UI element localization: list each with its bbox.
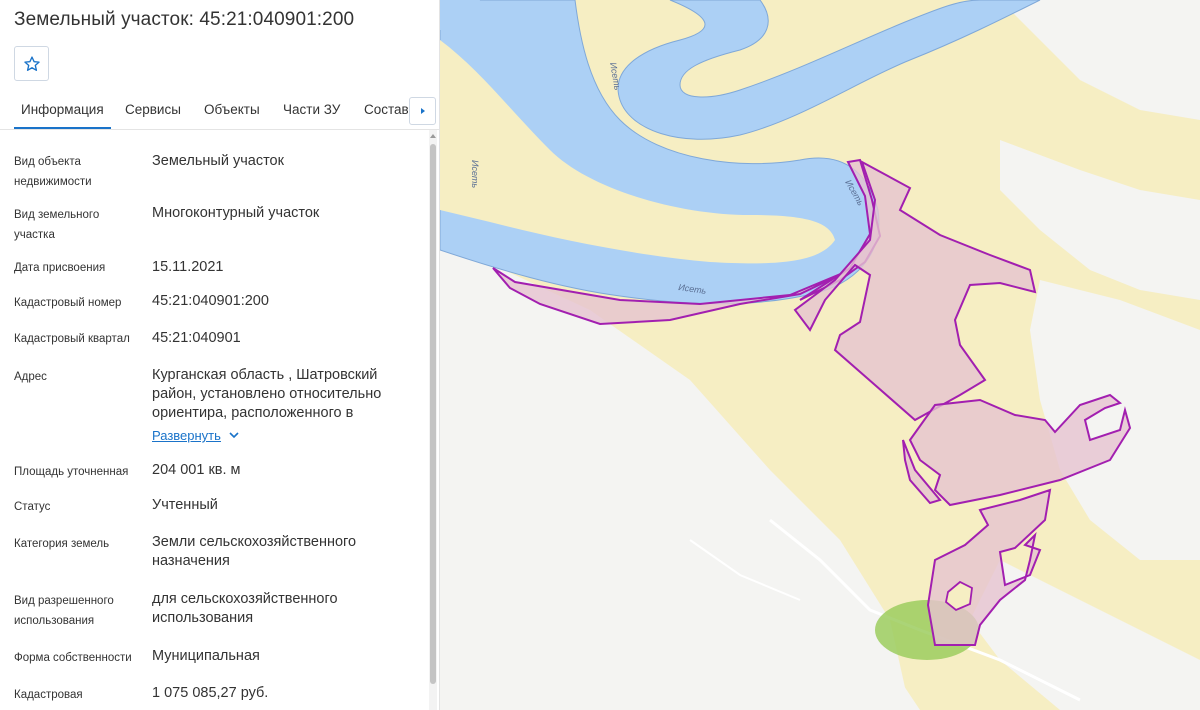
info-panel: Земельный участок: 45:21:040901:200 Инфо… xyxy=(0,0,440,710)
page-title: Земельный участок: 45:21:040901:200 xyxy=(14,9,355,30)
label-cadastral-value: Кадастровая xyxy=(14,689,83,701)
label-cadastral-number: Кадастровый номер xyxy=(14,297,122,309)
panel-scrollbar[interactable] xyxy=(429,130,437,710)
star-outline-icon xyxy=(23,55,40,71)
tab-parcel-parts[interactable]: Части ЗУ xyxy=(283,102,340,129)
label-ownership: Форма собственности xyxy=(14,652,132,664)
value-status: Учтенный xyxy=(152,497,218,513)
expand-address-link[interactable]: Развернуть xyxy=(152,428,239,443)
scroll-up-arrow-icon[interactable] xyxy=(429,132,437,140)
tab-services[interactable]: Сервисы xyxy=(125,102,181,129)
value-land-type: Многоконтурный участок xyxy=(152,205,320,221)
river-label-2: Исеть xyxy=(470,160,480,188)
value-object-type: Земельный участок xyxy=(152,153,284,169)
label-permitted-use: Вид разрешенного использования xyxy=(14,595,114,627)
value-address: Курганская область , Шатровский район, у… xyxy=(152,367,382,421)
label-cadastral-quarter: Кадастровый квартал xyxy=(14,333,130,345)
tab-information[interactable]: Информация xyxy=(14,102,111,129)
label-address: Адрес xyxy=(14,371,47,383)
label-land-category: Категория земель xyxy=(14,538,110,550)
tab-objects[interactable]: Объекты xyxy=(204,102,260,129)
value-cadastral-value: 1 075 085,27 руб. xyxy=(152,685,269,701)
tabs-next-button[interactable] xyxy=(409,97,436,125)
value-cadastral-quarter: 45:21:040901 xyxy=(152,330,241,346)
value-cadastral-number: 45:21:040901:200 xyxy=(152,293,269,309)
label-status: Статус xyxy=(14,501,51,513)
value-ownership: Муниципальная xyxy=(152,648,260,664)
label-object-type: Вид объекта недвижимости xyxy=(14,156,92,188)
value-land-category: Земли сельскохозяйственного назначения xyxy=(152,534,357,569)
label-area: Площадь уточненная xyxy=(14,466,129,478)
favorite-button[interactable] xyxy=(14,46,49,81)
info-table: Вид объекта недвижимости Земельный участ… xyxy=(0,130,428,710)
map-canvas[interactable]: Исеть Исеть Исеть Исеть xyxy=(440,0,1200,710)
value-area: 204 001 кв. м xyxy=(152,462,241,478)
tab-composition[interactable]: Состав xyxy=(364,102,408,129)
label-assigned-date: Дата присвоения xyxy=(14,262,106,274)
tab-bar: Информация Сервисы Объекты Части ЗУ Сост… xyxy=(0,96,439,130)
scrollbar-thumb[interactable] xyxy=(430,144,436,684)
expand-label: Развернуть xyxy=(152,428,221,443)
cadastral-map[interactable]: Исеть Исеть Исеть Исеть xyxy=(440,0,1200,710)
value-permitted-use: для сельскохозяйственного использования xyxy=(152,591,338,626)
triangle-right-icon xyxy=(420,108,425,114)
value-assigned-date: 15.11.2021 xyxy=(152,259,224,275)
chevron-down-icon xyxy=(229,432,239,439)
label-land-type: Вид земельного участка xyxy=(14,209,100,241)
